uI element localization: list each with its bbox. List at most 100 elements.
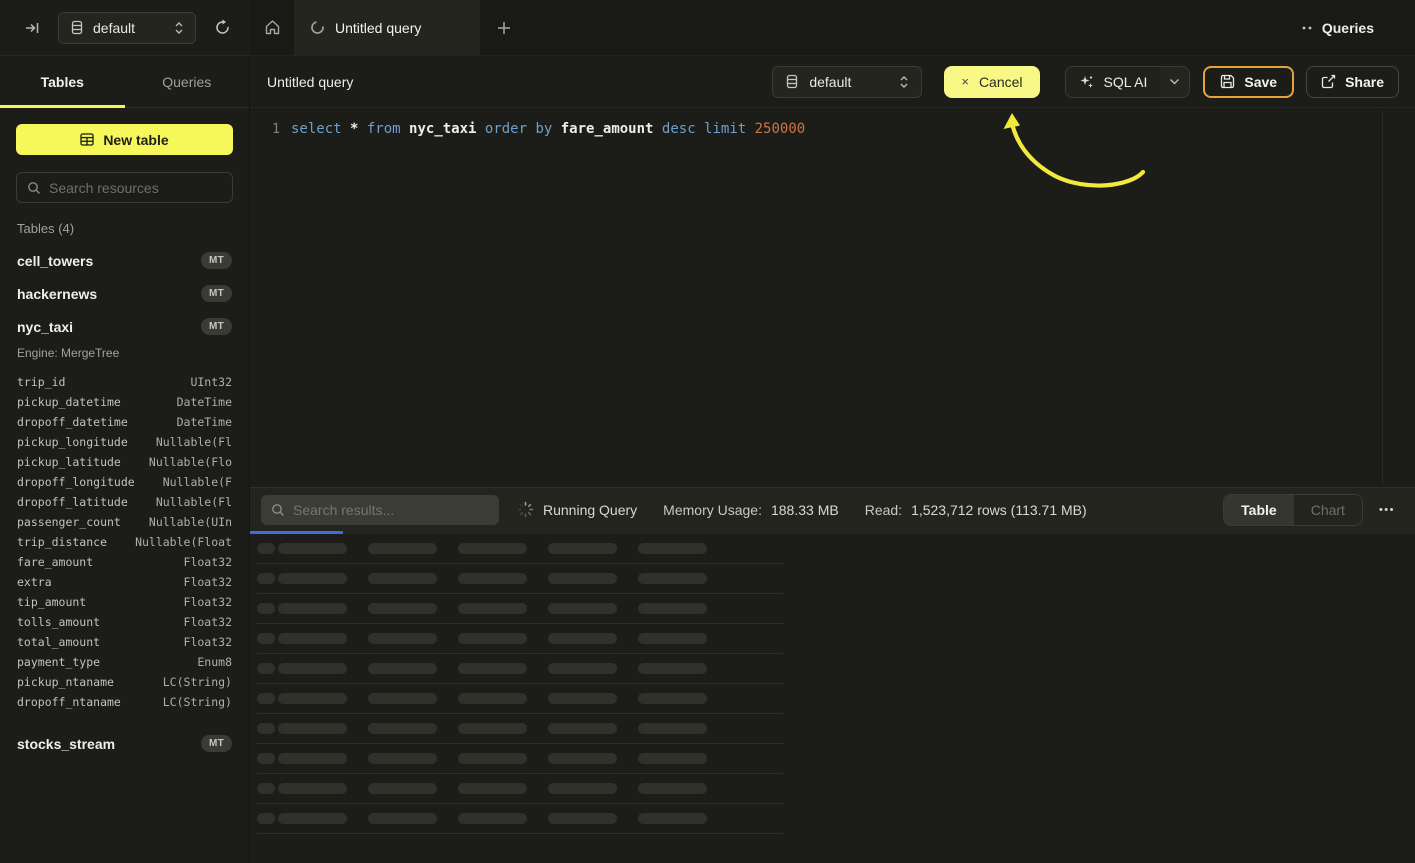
queries-dots-icon [1301, 25, 1313, 31]
query-database-selector[interactable]: default [772, 66, 922, 98]
skeleton-cell [278, 753, 347, 764]
skeleton-row [257, 534, 783, 564]
column-name: fare_amount [17, 555, 93, 569]
table-column-row: dropoff_latitude Nullable(Fl [17, 492, 232, 512]
column-type: Float32 [184, 635, 232, 649]
save-button[interactable]: Save [1203, 66, 1294, 98]
query-title: Untitled query [267, 74, 353, 90]
table-name: stocks_stream [17, 736, 115, 752]
sidebar-table-row[interactable]: hackernews MT [17, 277, 232, 310]
cancel-button[interactable]: × Cancel [944, 66, 1039, 98]
sql-token-num: 250000 [755, 121, 806, 137]
sidebar-tab-tables[interactable]: Tables [0, 56, 125, 107]
plus-icon [497, 21, 511, 35]
view-toggle-chart[interactable]: Chart [1294, 495, 1362, 525]
tab-untitled-query[interactable]: Untitled query [294, 0, 480, 55]
read-value: 1,523,712 rows (113.71 MB) [911, 502, 1087, 518]
sql-ai-label: SQL AI [1104, 74, 1148, 90]
skeleton-cell [368, 603, 437, 614]
sql-ai-dropdown-button[interactable] [1160, 67, 1189, 97]
table-column-row: trip_id UInt32 [17, 372, 232, 392]
home-button[interactable] [250, 0, 294, 55]
skeleton-row [257, 684, 783, 714]
results-menu-button[interactable]: ••• [1377, 500, 1397, 520]
editor-scrollbar-gutter[interactable] [1382, 110, 1383, 485]
skeleton-cell [257, 753, 275, 764]
column-name: dropoff_latitude [17, 495, 128, 509]
search-results-input[interactable] [293, 502, 489, 518]
refresh-button[interactable] [208, 14, 236, 42]
sql-token-id: fare_amount [561, 121, 662, 137]
tab-loading-spinner-icon [310, 20, 325, 35]
line-number: 1 [250, 121, 280, 137]
app-window: default [0, 0, 1415, 863]
view-toggle: Table Chart [1223, 494, 1363, 526]
skeleton-cell [368, 573, 437, 584]
skeleton-cell [458, 693, 527, 704]
new-table-button[interactable]: New table [16, 124, 233, 155]
memory-usage-value: 188.33 MB [771, 502, 839, 518]
collapse-sidebar-button[interactable] [18, 14, 46, 42]
share-button[interactable]: Share [1306, 66, 1399, 98]
skeleton-cell [368, 543, 437, 554]
skeleton-cell [278, 723, 347, 734]
topbar-database-selector[interactable]: default [58, 12, 196, 44]
chevron-up-down-icon [174, 21, 184, 35]
queries-link-label: Queries [1322, 20, 1374, 36]
skeleton-cell [458, 723, 527, 734]
column-type: Nullable(Float [135, 535, 232, 549]
skeleton-cell [638, 723, 707, 734]
table-column-row: tip_amount Float32 [17, 592, 232, 612]
table-name: nyc_taxi [17, 319, 73, 335]
table-column-row: pickup_longitude Nullable(Fl [17, 432, 232, 452]
skeleton-cell [548, 753, 617, 764]
sql-token-kw: select [291, 121, 350, 137]
skeleton-row [257, 624, 783, 654]
home-icon [264, 19, 281, 36]
memory-usage-metric: Memory Usage: 188.33 MB [663, 502, 839, 518]
new-tab-button[interactable] [480, 0, 528, 55]
save-label: Save [1244, 74, 1277, 90]
skeleton-cell [257, 603, 275, 614]
skeleton-cell [257, 783, 275, 794]
sidebar-table-row[interactable]: cell_towers MT [17, 244, 232, 277]
topbar-left: default [0, 0, 250, 56]
main-panel: Untitled query default [250, 56, 1415, 863]
skeleton-cell [278, 543, 347, 554]
skeleton-cell [368, 783, 437, 794]
skeleton-row [257, 774, 783, 804]
engine-badge: MT [201, 735, 232, 752]
table-column-row: payment_type Enum8 [17, 652, 232, 672]
tables-section-label: Tables (4) [17, 221, 232, 236]
skeleton-cell [278, 693, 347, 704]
sql-token-id: nyc_taxi [409, 121, 485, 137]
search-icon [271, 503, 285, 517]
skeleton-cell [368, 663, 437, 674]
refresh-icon [214, 19, 231, 36]
column-name: extra [17, 575, 52, 589]
sidebar-tab-queries[interactable]: Queries [125, 56, 250, 107]
database-icon [70, 20, 84, 35]
skeleton-cell [458, 783, 527, 794]
topbar: default [0, 0, 1415, 56]
table-grid-icon [80, 133, 94, 146]
skeleton-cell [548, 723, 617, 734]
results-loading-skeleton [250, 534, 1415, 863]
sql-editor[interactable]: 1 select * from nyc_taxi order by fare_a… [250, 108, 1415, 487]
column-type: Nullable(UIn [149, 515, 232, 529]
sql-ai-button[interactable]: SQL AI [1066, 67, 1161, 97]
queries-link[interactable]: Queries [1301, 0, 1415, 55]
skeleton-cell [368, 693, 437, 704]
sidebar-table-row[interactable]: stocks_stream MT [17, 727, 232, 760]
view-toggle-table[interactable]: Table [1224, 495, 1294, 525]
ellipsis-icon: ••• [1379, 504, 1395, 516]
skeleton-cell [548, 543, 617, 554]
sql-token-kw: order by [485, 121, 561, 137]
skeleton-cell [278, 783, 347, 794]
column-type: LC(String) [163, 695, 232, 709]
search-resources-input[interactable] [49, 180, 222, 196]
results-toolbar-right: Table Chart ••• [1223, 494, 1397, 526]
skeleton-cell [638, 693, 707, 704]
sidebar-table-row[interactable]: nyc_taxi MT [17, 310, 232, 343]
table-column-row: pickup_datetime DateTime [17, 392, 232, 412]
